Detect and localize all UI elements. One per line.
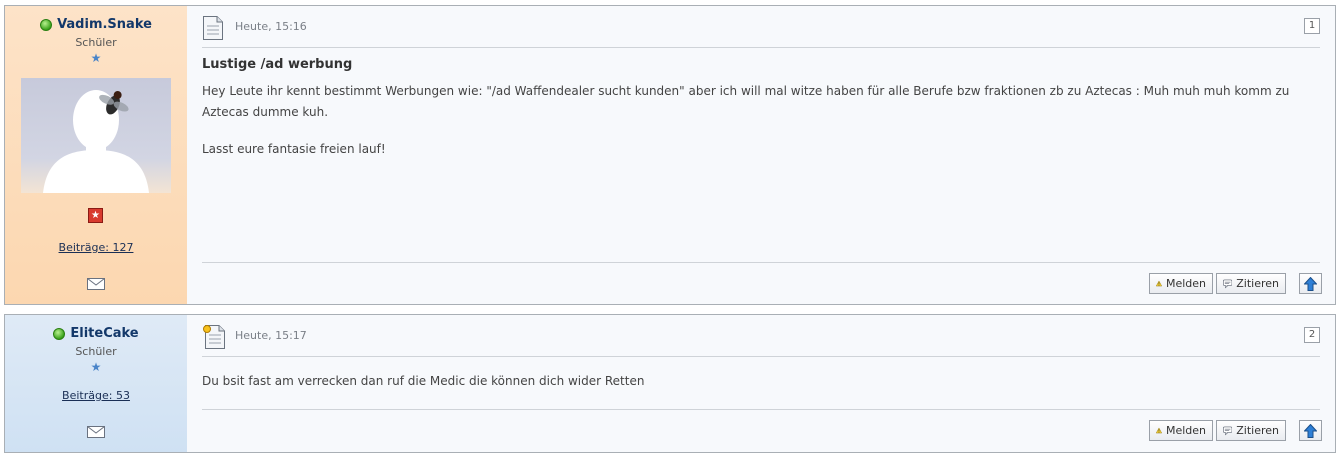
mail-icon[interactable] [87, 423, 105, 438]
post-2: EliteCake Schüler ★ Beiträge: 53 Heute, … [4, 314, 1336, 453]
username-link[interactable]: Vadim.Snake [57, 17, 152, 32]
report-button[interactable]: Melden [1149, 420, 1213, 441]
mail-icon[interactable] [87, 275, 105, 290]
footer-divider [202, 409, 1320, 410]
quote-icon [1223, 426, 1233, 435]
rank-star-icon: ★ [90, 360, 102, 374]
footer-divider [202, 262, 1320, 263]
post-date: Heute, 15:16 [235, 20, 307, 33]
post-content: Heute, 15:16 1 Lustige /ad werbung Hey L… [187, 6, 1335, 304]
post-content: Heute, 15:17 2 Du bsit fast am verrecken… [187, 315, 1335, 452]
username-link[interactable]: EliteCake [70, 326, 138, 341]
user-sidebar: Vadim.Snake Schüler ★ ★ Beiträge: 127 [5, 6, 187, 304]
user-rank: Schüler [75, 345, 117, 358]
username-row: Vadim.Snake [5, 17, 187, 32]
award-badge-icon: ★ [88, 208, 103, 223]
post-number-link[interactable]: 1 [1304, 18, 1320, 34]
online-status-icon [53, 327, 66, 340]
scroll-top-button[interactable] [1299, 273, 1322, 294]
rank-star-icon: ★ [90, 51, 102, 65]
header-divider [202, 356, 1320, 357]
post-document-icon [203, 16, 223, 40]
scroll-top-button[interactable] [1299, 420, 1322, 441]
quote-button[interactable]: Zitieren [1216, 273, 1286, 294]
user-rank: Schüler [75, 36, 117, 49]
warning-icon [1156, 280, 1162, 287]
quote-icon [1223, 279, 1233, 288]
post-count-link[interactable]: Beiträge: 127 [5, 241, 187, 254]
user-sidebar: EliteCake Schüler ★ Beiträge: 53 [5, 315, 187, 452]
post-title: Lustige /ad werbung [202, 57, 353, 72]
post-paragraph: Hey Leute ihr kennt bestimmt Werbungen w… [202, 84, 1290, 119]
quote-button[interactable]: Zitieren [1216, 420, 1286, 441]
quote-label: Zitieren [1236, 424, 1279, 437]
post-number-link[interactable]: 2 [1304, 327, 1320, 343]
report-label: Melden [1165, 424, 1206, 437]
arrow-up-icon [1304, 276, 1317, 291]
new-post-document-icon [203, 325, 225, 349]
online-status-icon [40, 18, 53, 31]
username-row: EliteCake [5, 326, 187, 341]
report-label: Melden [1165, 277, 1206, 290]
warning-icon [1156, 427, 1162, 434]
avatar [21, 78, 171, 193]
post-message: Du bsit fast am verrecken dan ruf die Me… [202, 371, 1315, 392]
post-date: Heute, 15:17 [235, 329, 307, 342]
post-message: Hey Leute ihr kennt bestimmt Werbungen w… [202, 81, 1315, 160]
quote-label: Zitieren [1236, 277, 1279, 290]
post-count-link[interactable]: Beiträge: 53 [5, 389, 187, 402]
post-paragraph: Du bsit fast am verrecken dan ruf die Me… [202, 374, 645, 388]
post-1: Vadim.Snake Schüler ★ ★ Beiträge: 127 He… [4, 5, 1336, 305]
arrow-up-icon [1304, 423, 1317, 438]
header-divider [202, 47, 1320, 48]
report-button[interactable]: Melden [1149, 273, 1213, 294]
post-paragraph: Lasst eure fantasie freien lauf! [202, 142, 386, 156]
